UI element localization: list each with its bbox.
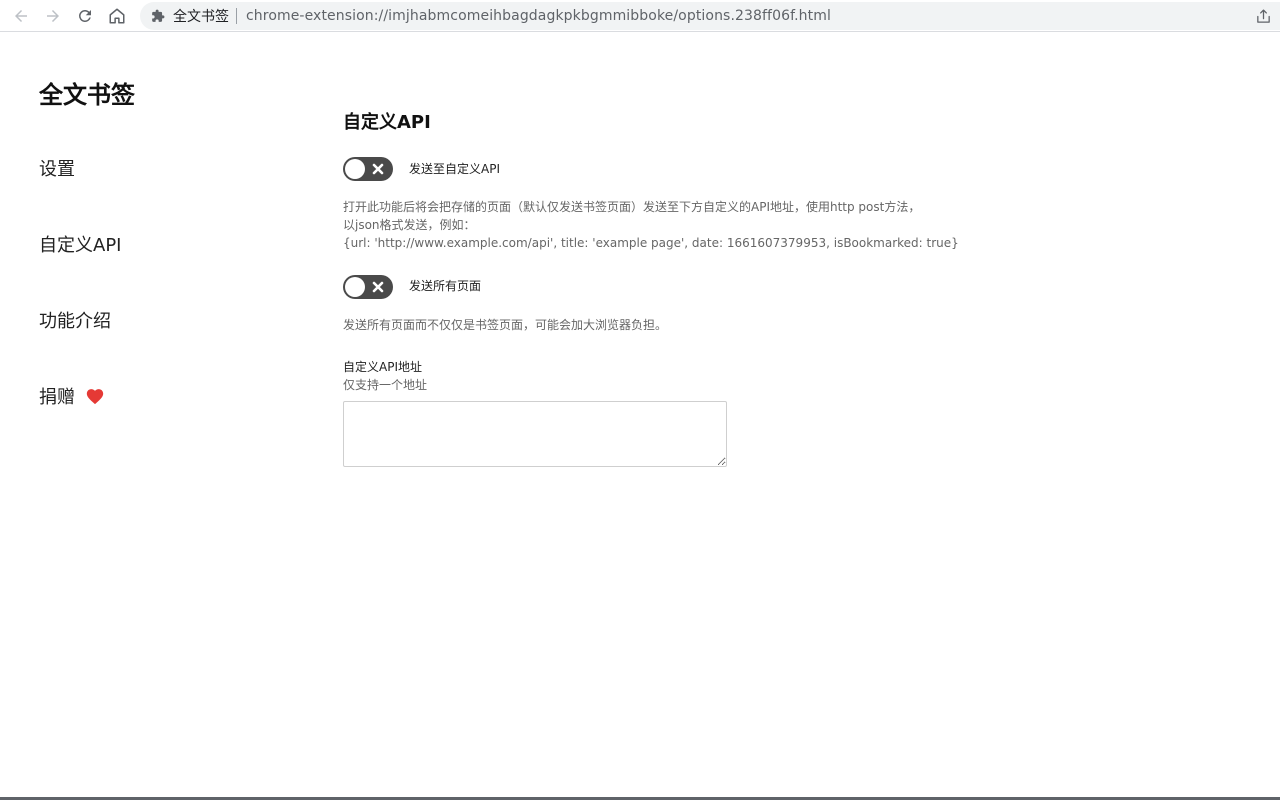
- back-button[interactable]: [8, 3, 34, 29]
- send-all-pages-description: 发送所有页面而不仅仅是书签页面，可能会加大浏览器负担。: [343, 318, 668, 332]
- send-all-pages-label: 发送所有页面: [409, 279, 482, 293]
- forward-button[interactable]: [40, 3, 66, 29]
- share-icon[interactable]: [1255, 8, 1272, 25]
- send-to-api-toggle[interactable]: [343, 157, 393, 181]
- browser-toolbar: 全文书签 chrome-extension://imjhabmcomeihbag…: [0, 0, 1280, 32]
- sidebar-item-donate[interactable]: 捐赠: [39, 383, 105, 409]
- sidebar-item-label: 捐赠: [39, 387, 75, 408]
- send-to-api-description: 打开此功能后将会把存储的页面（默认仅发送书签页面）发送至下方自定义的API地址，…: [343, 198, 959, 252]
- sidebar-item-custom-api[interactable]: 自定义API: [39, 231, 121, 257]
- send-all-pages-toggle[interactable]: [343, 275, 393, 299]
- toggle-knob: [345, 277, 365, 297]
- send-to-api-label: 发送至自定义API: [409, 162, 500, 176]
- app-brand: 全文书签: [39, 81, 135, 109]
- close-icon: [372, 163, 384, 175]
- sidebar-item-label: 自定义API: [39, 235, 122, 256]
- sidebar-item-label: 功能介绍: [39, 311, 111, 332]
- address-bar[interactable]: 全文书签 chrome-extension://imjhabmcomeihbag…: [140, 2, 1280, 30]
- description-line: {url: 'http://www.example.com/api', titl…: [343, 236, 959, 250]
- home-icon: [109, 8, 125, 24]
- reload-icon: [79, 9, 91, 22]
- toggle-knob: [345, 159, 365, 179]
- close-icon: [372, 281, 384, 293]
- address-separator: [236, 8, 237, 24]
- reload-button[interactable]: [72, 3, 98, 29]
- extension-name: 全文书签: [173, 9, 229, 25]
- api-url-input[interactable]: [343, 401, 727, 467]
- url-text[interactable]: chrome-extension://imjhabmcomeihbagdagkp…: [246, 8, 831, 24]
- sidebar-item-settings[interactable]: 设置: [39, 155, 75, 181]
- description-line: 打开此功能后将会把存储的页面（默认仅发送书签页面）发送至下方自定义的API地址，…: [343, 200, 921, 214]
- api-url-hint: 仅支持一个地址: [343, 378, 428, 392]
- page-title: 自定义API: [343, 112, 431, 133]
- description-line: 以json格式发送，例如：: [343, 218, 476, 232]
- back-icon: [15, 10, 27, 22]
- puzzle-icon: [150, 8, 166, 24]
- sidebar-item-features[interactable]: 功能介绍: [39, 307, 111, 333]
- heart-icon: [86, 389, 104, 405]
- forward-icon: [47, 10, 59, 22]
- home-button[interactable]: [104, 3, 130, 29]
- sidebar-item-label: 设置: [39, 159, 75, 180]
- api-url-label: 自定义API地址: [343, 360, 422, 374]
